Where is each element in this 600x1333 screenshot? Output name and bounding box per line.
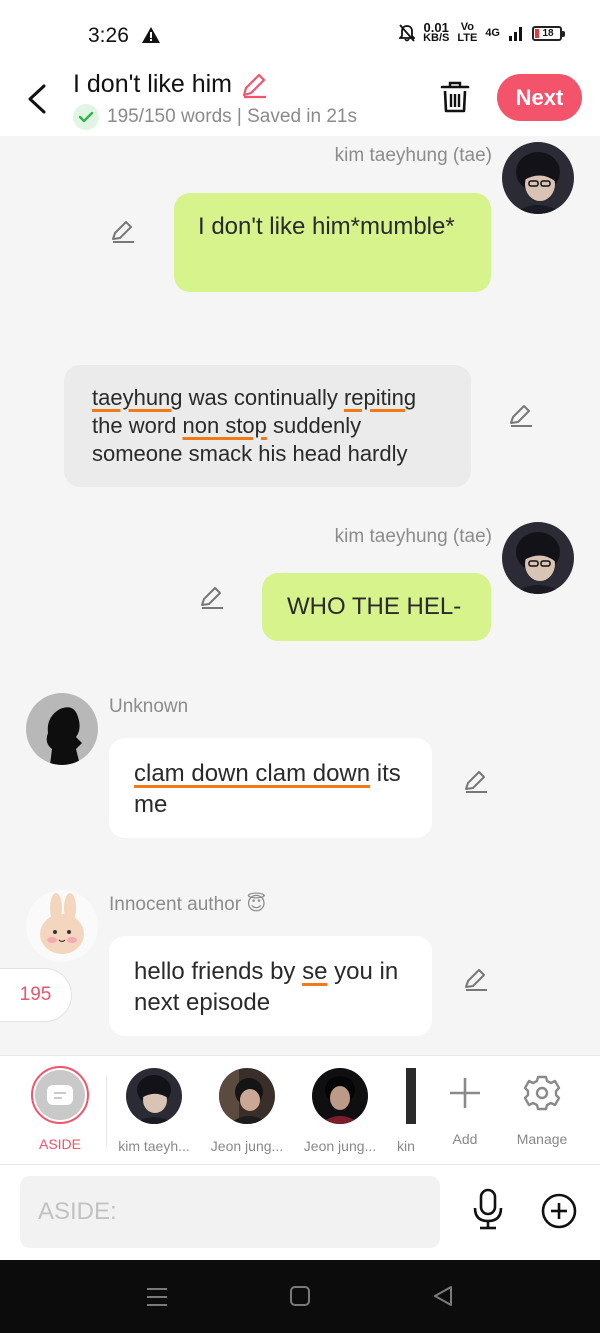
- plus-icon: [450, 1078, 480, 1108]
- add-circle-icon[interactable]: [540, 1192, 578, 1230]
- edit-message-icon[interactable]: [463, 768, 489, 794]
- home-icon[interactable]: [289, 1285, 311, 1307]
- story-title[interactable]: I don't like him: [73, 70, 232, 99]
- battery-icon: 18: [532, 25, 565, 41]
- aside-selected-ring: [31, 1066, 89, 1124]
- message-input[interactable]: [20, 1176, 440, 1248]
- message-bubble[interactable]: I don't like him*mumble*: [174, 193, 491, 292]
- character-label: ASIDE: [38, 1136, 81, 1152]
- character-label: kim taeyh...: [118, 1138, 190, 1154]
- message-bubble[interactable]: clam down clam down its me: [109, 738, 432, 838]
- edit-title-icon[interactable]: [240, 71, 268, 99]
- save-status: 195/150 words | Saved in 21s: [73, 104, 357, 130]
- character-label: Jeon jung...: [303, 1138, 377, 1154]
- character-jeon-jung-1[interactable]: Jeon jung...: [202, 1066, 292, 1154]
- back-arrow-icon[interactable]: [26, 82, 48, 116]
- avatar-kim-taeyhung[interactable]: [502, 522, 574, 594]
- character-divider: [106, 1076, 107, 1146]
- character-avatar: [390, 1068, 416, 1124]
- message-text: hello friends by: [134, 958, 303, 985]
- manage-characters-button[interactable]: Manage: [497, 1066, 587, 1147]
- misspelled-word: clam down clam down: [134, 760, 371, 787]
- gear-icon: [523, 1075, 561, 1111]
- character-jeon-jung-2[interactable]: Jeon jung...: [295, 1066, 385, 1154]
- check-icon: [73, 104, 99, 130]
- warning-icon: [142, 27, 160, 43]
- avatar-image: [502, 522, 574, 594]
- editor-header: I don't like him 195/150 words | Saved i…: [0, 64, 600, 136]
- narration-bubble[interactable]: taeyhung was continually repiting the wo…: [64, 365, 471, 487]
- battery-level: 18: [542, 27, 554, 39]
- net-speed: 0.01 KB/S: [423, 21, 450, 44]
- status-time: 3:26: [88, 24, 129, 47]
- aside-icon: [35, 1070, 85, 1120]
- status-icons: 0.01 KB/S Vo LTE 4G 18: [399, 21, 565, 44]
- speaker-name: kim taeyhung (tae): [334, 145, 492, 166]
- message-bubble[interactable]: WHO THE HEL-: [262, 573, 491, 641]
- misspelled-word: taeyhung: [92, 385, 183, 410]
- message-text: I don't like him*mumble*: [198, 213, 455, 240]
- character-label: kin: [397, 1138, 415, 1154]
- character-avatar: [219, 1068, 275, 1124]
- trash-icon[interactable]: [440, 80, 470, 114]
- speaker-name: Unknown: [109, 696, 189, 717]
- edit-message-icon[interactable]: [508, 402, 534, 428]
- avatar-image: [26, 890, 98, 962]
- network-type: 4G: [485, 27, 500, 39]
- volte-indicator: Vo LTE: [457, 22, 477, 44]
- title-row: I don't like him: [73, 70, 268, 99]
- misspelled-word: se: [302, 958, 328, 985]
- character-partial[interactable]: kin: [390, 1066, 416, 1154]
- character-bar: ASIDE kim taeyh... Jeon jung... Jeon jun…: [0, 1055, 600, 1165]
- character-avatar: [312, 1068, 368, 1124]
- avatar-unknown[interactable]: [26, 693, 98, 765]
- character-label: Jeon jung...: [210, 1138, 284, 1154]
- avatar-kim-taeyhung[interactable]: [502, 142, 574, 214]
- message-text: WHO THE HEL-: [287, 593, 462, 620]
- message-bubble[interactable]: hello friends by se you in next episode: [109, 936, 432, 1036]
- system-nav-bar: [0, 1260, 600, 1333]
- edit-message-icon[interactable]: [110, 218, 136, 244]
- manage-label: Manage: [516, 1131, 568, 1147]
- bell-off-icon: [399, 24, 416, 42]
- avatar-innocent-author[interactable]: [26, 890, 98, 962]
- word-count-status: 195/150 words | Saved in 21s: [107, 106, 357, 127]
- edit-message-icon[interactable]: [199, 584, 225, 610]
- next-button[interactable]: Next: [497, 74, 582, 121]
- net-speed-unit: KB/S: [423, 32, 450, 44]
- status-bar: 3:26 0.01 KB/S Vo LTE 4G 18: [0, 0, 600, 64]
- misspelled-word: repiting: [343, 385, 417, 410]
- signal-icon: [509, 27, 522, 41]
- lte-label: LTE: [457, 32, 478, 44]
- character-avatar: [126, 1068, 182, 1124]
- avatar-image: [502, 142, 574, 214]
- menu-icon[interactable]: [145, 1285, 169, 1309]
- narration-text: the word: [92, 413, 183, 438]
- speaker-name: kim taeyhung (tae): [334, 526, 492, 547]
- word-count-badge[interactable]: 195: [0, 968, 72, 1022]
- misspelled-word: non stop: [182, 413, 267, 438]
- microphone-icon[interactable]: [470, 1187, 506, 1231]
- edit-message-icon[interactable]: [463, 966, 489, 992]
- back-icon[interactable]: [432, 1285, 454, 1307]
- character-kim-taeyhung[interactable]: kim taeyh...: [109, 1066, 199, 1154]
- avatar-image: [26, 693, 98, 765]
- character-aside[interactable]: ASIDE: [15, 1066, 105, 1152]
- narration-text: was continually: [182, 385, 344, 410]
- input-bar: [0, 1165, 600, 1260]
- speaker-name: Innocent author 😇: [109, 894, 267, 915]
